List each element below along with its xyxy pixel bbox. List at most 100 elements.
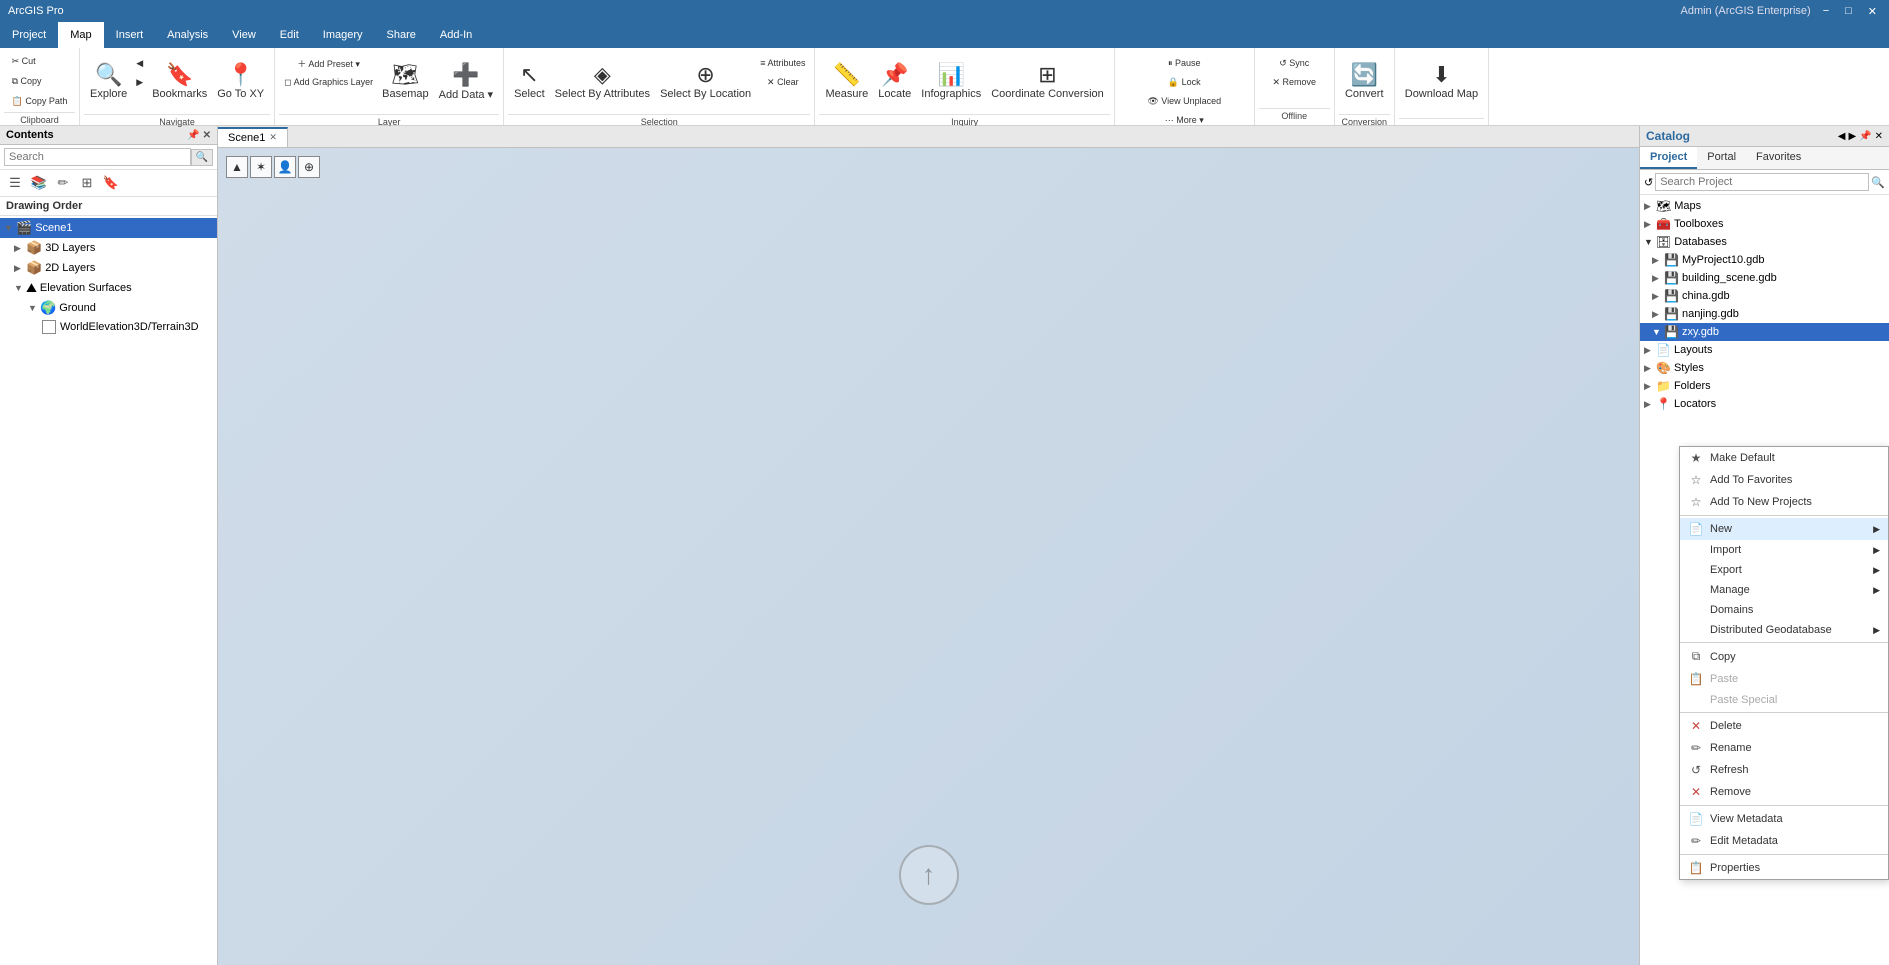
catalog-pin-icon[interactable]: 📌 [1859,131,1871,142]
locate-button[interactable]: 📌 Locate [874,52,915,112]
ctx-copy[interactable]: ⧉ Copy [1680,645,1888,668]
tree-item-elevation[interactable]: ▼ ⛰ Elevation Surfaces [0,278,217,298]
cat-item-myproject10[interactable]: ▶ 💾 MyProject10.gdb [1640,251,1889,269]
cat-item-toolboxes[interactable]: ▶ 🧰 Toolboxes [1640,215,1889,233]
coord-conversion-button[interactable]: ⊞ Coordinate Conversion [987,52,1108,112]
catalog-forward-icon[interactable]: ▶ [1848,131,1856,142]
ctx-add-to-new-projects[interactable]: ☆ Add To New Projects [1680,491,1888,513]
cat-item-nanjing[interactable]: ▶ 💾 nanjing.gdb [1640,305,1889,323]
tree-item-3dlayers[interactable]: ▶ 📦 3D Layers [0,238,217,258]
ctx-delete[interactable]: ✕ Delete [1680,715,1888,737]
back-button[interactable]: ◀ [133,54,146,72]
list-view-icon[interactable]: ☰ [4,172,26,194]
tab-insert[interactable]: Insert [104,22,156,48]
cat-item-maps[interactable]: ▶ 🗺 Maps [1640,197,1889,215]
cat-item-building-scene[interactable]: ▶ 💾 building_scene.gdb [1640,269,1889,287]
tree-item-ground[interactable]: ▼ 🌍 Ground [0,298,217,318]
ctx-remove[interactable]: ✕ Remove [1680,781,1888,803]
add-data-button[interactable]: ➕ Add Data ▾ [435,52,497,112]
table-icon[interactable]: ⊞ [76,172,98,194]
catalog-search-go-icon[interactable]: 🔍 [1871,176,1885,189]
tab-edit[interactable]: Edit [268,22,311,48]
minimize-btn[interactable]: − [1819,5,1833,17]
select-by-loc-button[interactable]: ⊕ Select By Location [656,52,755,112]
catalog-close-icon[interactable]: ✕ [1875,131,1883,142]
contents-search-input[interactable] [4,148,191,166]
contents-search-button[interactable]: 🔍 [191,149,213,166]
catalog-tab-project[interactable]: Project [1640,147,1697,169]
catalog-search-refresh-icon[interactable]: ↺ [1644,176,1653,189]
ctx-edit-metadata[interactable]: ✏ Edit Metadata [1680,830,1888,852]
cat-item-styles[interactable]: ▶ 🎨 Styles [1640,359,1889,377]
tree-item-worldelevation[interactable]: WorldElevation3D/Terrain3D [0,318,217,336]
remove-offline-button[interactable]: ✕ Remove [1269,73,1319,91]
pause-button[interactable]: ⏸ Pause [1144,54,1224,72]
tab-project[interactable]: Project [0,22,58,48]
add-preset-button[interactable]: ＋ Add Preset ▾ [281,54,376,72]
tab-addin[interactable]: Add-In [428,22,484,48]
compass[interactable]: ↑ [899,845,959,905]
measure-button[interactable]: 📏 Measure [821,52,872,112]
explore-button[interactable]: 🔍 Explore [86,52,131,112]
infographics-button[interactable]: 📊 Infographics [917,52,985,112]
tree-item-2dlayers[interactable]: ▶ 📦 2D Layers [0,258,217,278]
copy-button[interactable]: ⧉ Copy [9,72,45,90]
maximize-btn[interactable]: □ [1841,5,1856,17]
lock-button[interactable]: 🔒 Lock [1144,73,1224,91]
ctx-import[interactable]: Import ▶ [1680,540,1888,560]
ctx-add-to-favorites[interactable]: ☆ Add To Favorites [1680,469,1888,491]
cut-button[interactable]: ✂ Cut [9,52,39,70]
cat-item-zxy[interactable]: ▼ 💾 zxy.gdb [1640,323,1889,341]
attributes-button[interactable]: ≡ Attributes [757,54,808,72]
ctx-domains[interactable]: Domains [1680,600,1888,620]
tab-share[interactable]: Share [375,22,428,48]
rotate-left-btn[interactable]: ✶ [250,156,272,178]
catalog-back-icon[interactable]: ◀ [1838,131,1846,142]
add-graphics-button[interactable]: ◻ Add Graphics Layer [281,73,376,91]
worldelevation-check[interactable] [42,320,56,334]
ctx-rename[interactable]: ✏ Rename [1680,737,1888,759]
download-map-button[interactable]: ⬇ Download Map [1401,52,1482,112]
catalog-search-input[interactable] [1655,173,1869,191]
layer-icon[interactable]: 📚 [28,172,50,194]
ctx-manage[interactable]: Manage ▶ [1680,580,1888,600]
scene1-tab-close[interactable]: ✕ [269,132,277,143]
cat-item-locators[interactable]: ▶ 📍 Locators [1640,395,1889,413]
ctx-export[interactable]: Export ▶ [1680,560,1888,580]
sync-button[interactable]: ↺ Sync [1269,54,1319,72]
copy-path-button[interactable]: 📋 Copy Path [9,92,71,110]
ctx-properties[interactable]: 📋 Properties [1680,857,1888,879]
ctx-view-metadata[interactable]: 📄 View Metadata [1680,808,1888,830]
zoom-to-extent-btn[interactable]: ⊕ [298,156,320,178]
tree-item-scene1[interactable]: ▼ 🎬 Scene1 [0,218,217,238]
contents-close-icon[interactable]: ✕ [203,130,211,141]
view-unplaced-button[interactable]: 👁 View Unplaced [1144,92,1224,110]
contents-pin-icon[interactable]: 📌 [187,130,199,141]
map-canvas[interactable]: ▲ ✶ 👤 ⊕ ↑ [218,148,1639,965]
tab-view[interactable]: View [220,22,268,48]
cat-item-folders[interactable]: ▶ 📁 Folders [1640,377,1889,395]
zoom-in-btn[interactable]: ▲ [226,156,248,178]
ctx-refresh[interactable]: ↺ Refresh [1680,759,1888,781]
convert-button[interactable]: 🔄 Convert [1341,52,1388,112]
cat-item-layouts[interactable]: ▶ 📄 Layouts [1640,341,1889,359]
select-by-attr-button[interactable]: ◈ Select By Attributes [551,52,654,112]
ctx-distributed-gdb[interactable]: Distributed Geodatabase ▶ [1680,620,1888,640]
cat-item-databases[interactable]: ▼ 🗄 Databases [1640,233,1889,251]
forward-button[interactable]: ▶ [133,73,146,91]
tab-analysis[interactable]: Analysis [155,22,220,48]
person-btn[interactable]: 👤 [274,156,296,178]
ctx-new[interactable]: 📄 New ▶ [1680,518,1888,540]
bookmark-contents-icon[interactable]: 🔖 [100,172,122,194]
scene1-tab[interactable]: Scene1 ✕ [218,127,288,147]
clear-button[interactable]: ✕ Clear [757,73,808,91]
catalog-tab-portal[interactable]: Portal [1697,147,1746,169]
catalog-tab-favorites[interactable]: Favorites [1746,147,1811,169]
draw-icon[interactable]: ✏ [52,172,74,194]
ctx-make-default[interactable]: ★ Make Default [1680,447,1888,469]
goto-xy-button[interactable]: 📍 Go To XY [213,52,268,112]
basemap-button[interactable]: 🗺 Basemap [378,52,432,112]
tab-imagery[interactable]: Imagery [311,22,375,48]
select-button[interactable]: ↖ Select [510,52,549,112]
bookmarks-button[interactable]: 🔖 Bookmarks [148,52,211,112]
